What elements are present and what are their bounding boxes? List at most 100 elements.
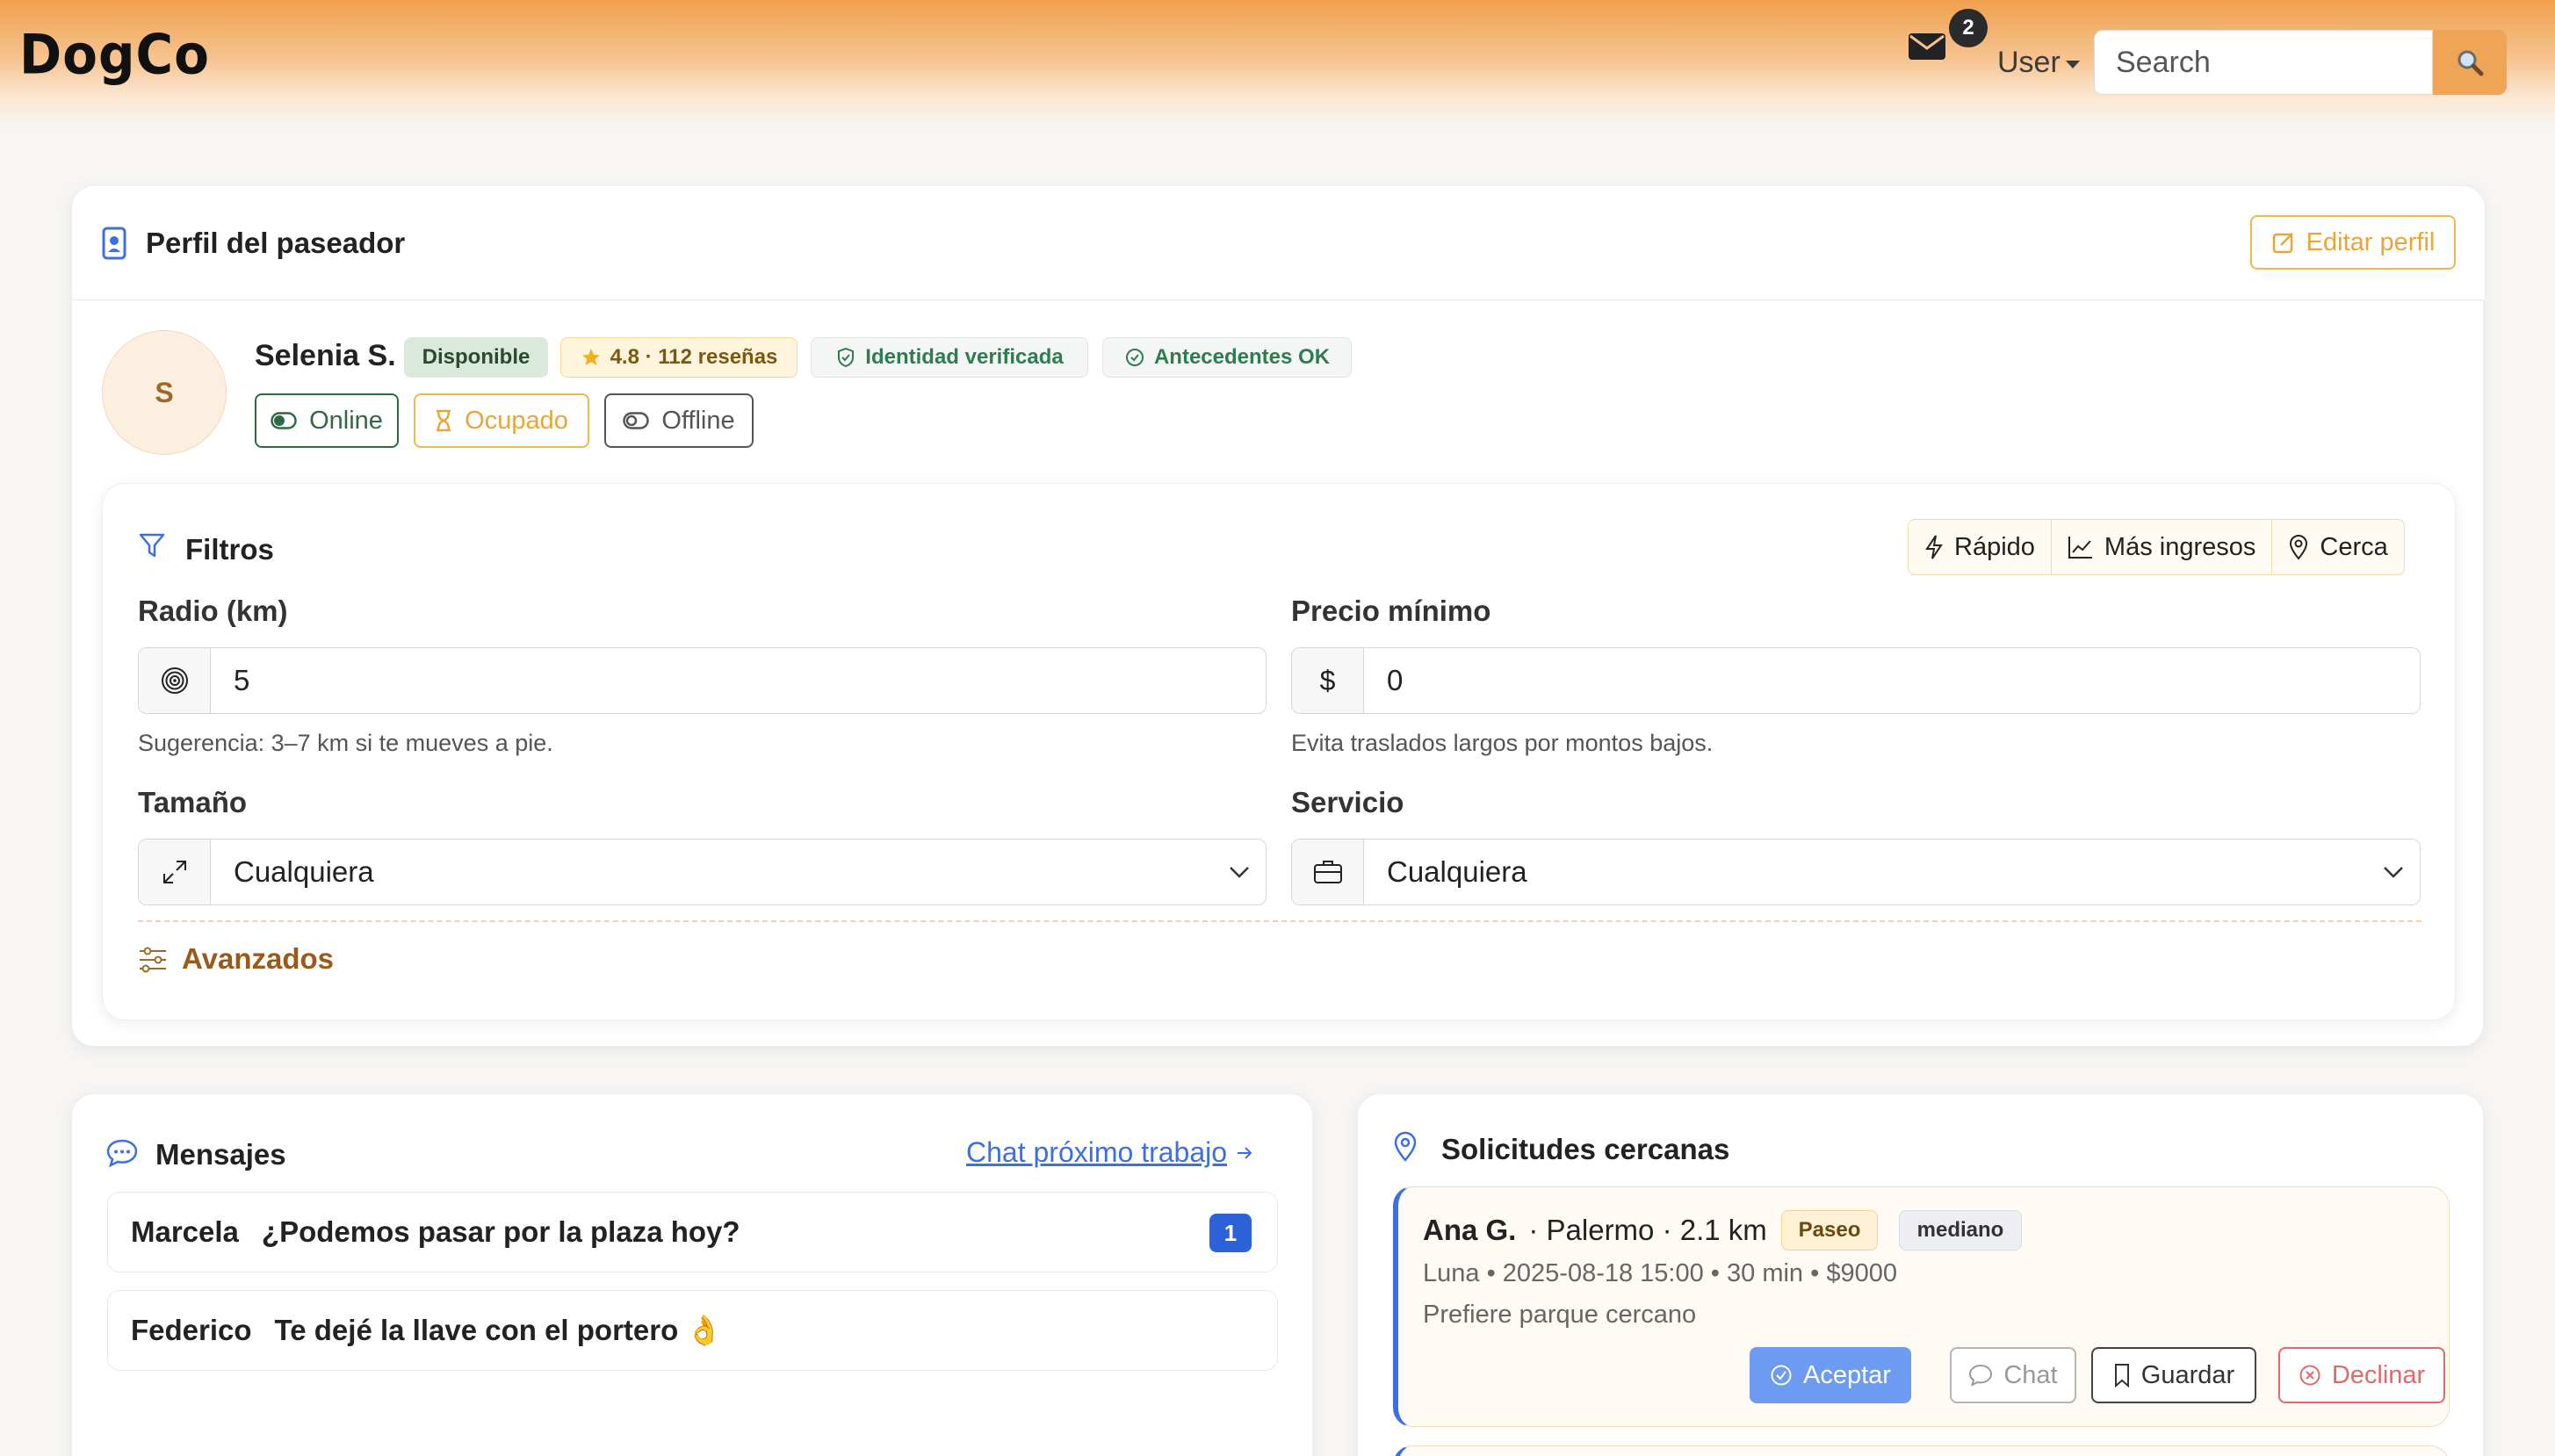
chat-button[interactable]: Chat: [1950, 1347, 2076, 1403]
price-input[interactable]: 0: [1364, 648, 2420, 713]
edit-profile-label: Editar perfil: [2306, 227, 2436, 256]
filters-card: Filtros Rápido Más ingresos Cerca Radio …: [102, 483, 2456, 1020]
message-item[interactable]: Marcela ¿Podemos pasar por la plaza hoy?…: [107, 1192, 1278, 1272]
request-client: Ana G.: [1423, 1214, 1517, 1246]
search-input[interactable]: [2094, 30, 2433, 95]
divider: [138, 920, 2421, 922]
edit-icon: [2272, 233, 2293, 254]
star-icon: [581, 349, 600, 365]
quick-filter-near-label: Cerca: [2320, 532, 2388, 561]
chat-label: Chat: [2003, 1360, 2058, 1389]
location-pin-icon: [2290, 535, 2308, 560]
next-job-chat-label: Chat próximo trabajo: [966, 1136, 1228, 1168]
status-offline-button[interactable]: Offline: [604, 393, 754, 448]
chevron-down-icon: [2367, 840, 2420, 905]
price-input-group[interactable]: $ 0: [1291, 647, 2421, 714]
avatar: S: [102, 330, 227, 455]
walker-name: Selenia S.: [255, 339, 396, 372]
background-check-text: Antecedentes OK: [1153, 345, 1331, 369]
lightning-icon: [1925, 535, 1943, 559]
radius-help: Sugerencia: 3–7 km si te mueves a pie.: [138, 730, 553, 756]
sliders-icon: [138, 946, 168, 974]
status-busy-button[interactable]: Ocupado: [414, 393, 589, 448]
quick-filter-income-label: Más ingresos: [2104, 532, 2256, 561]
service-select-value: Cualquiera: [1387, 855, 1527, 888]
request-note: Prefiere parque cercano: [1423, 1301, 1697, 1329]
user-dropdown[interactable]: User: [1997, 46, 2080, 80]
next-job-chat-link[interactable]: Chat próximo trabajo: [966, 1136, 1253, 1169]
location-pin-icon: [1393, 1131, 1418, 1163]
messages-card: Mensajes Chat próximo trabajo Marcela ¿P…: [71, 1093, 1313, 1456]
chevron-down-icon: [1213, 840, 1266, 905]
request-item: Ana G. · Palermo · 2.1 km Paseo mediano …: [1393, 1186, 2450, 1427]
message-sender: Marcela: [131, 1215, 239, 1248]
mail-count-badge: 2: [1949, 9, 1988, 47]
profile-card-header: [72, 186, 2485, 300]
user-label: User: [1997, 46, 2061, 79]
radius-input-group[interactable]: 5: [138, 647, 1267, 714]
size-select-value: Cualquiera: [234, 855, 374, 888]
search-button[interactable]: [2433, 30, 2507, 95]
profile-title: Perfil del paseador: [146, 227, 406, 259]
edit-profile-button[interactable]: Editar perfil: [2250, 215, 2456, 270]
service-tag: Paseo: [1781, 1210, 1878, 1251]
size-select[interactable]: Cualquiera: [138, 839, 1267, 905]
rating-text: 4.8 · 112 reseñas: [610, 345, 778, 369]
service-select[interactable]: Cualquiera: [1291, 839, 2421, 905]
expand-icon: [139, 840, 211, 905]
shield-check-icon: [838, 347, 855, 368]
background-check-badge: Antecedentes OK: [1102, 337, 1352, 378]
status-busy-label: Ocupado: [465, 406, 568, 435]
request-details: Luna • 2025-08-18 15:00 • 30 min • $9000: [1423, 1259, 1897, 1287]
mail-icon[interactable]: [1908, 32, 1946, 61]
quick-filter-fast[interactable]: Rápido: [1909, 520, 2052, 574]
decline-label: Declinar: [2331, 1360, 2426, 1389]
quick-filter-fast-label: Rápido: [1954, 532, 2035, 561]
status-online-label: Online: [309, 406, 383, 435]
status-online-button[interactable]: Online: [255, 393, 399, 448]
service-label: Servicio: [1291, 786, 1404, 818]
chat-bubble-icon: [1969, 1364, 1993, 1387]
id-badge-icon: [102, 227, 126, 260]
radius-input[interactable]: 5: [211, 648, 1266, 713]
briefcase-icon: [1292, 840, 1364, 905]
target-icon: [139, 648, 211, 713]
status-badge: Disponible: [404, 337, 548, 378]
request-item-partial: [1393, 1445, 2450, 1456]
filter-icon: [138, 531, 166, 559]
radius-label: Radio (km): [138, 595, 288, 627]
quick-filter-near[interactable]: Cerca: [2272, 520, 2403, 574]
save-label: Guardar: [2140, 1360, 2235, 1389]
message-item[interactable]: Federico Te dejé la llave con el portero…: [107, 1290, 1278, 1371]
filters-title: Filtros: [185, 533, 274, 566]
brand-logo[interactable]: DogCo: [19, 22, 210, 86]
accept-button[interactable]: Aceptar: [1750, 1347, 1911, 1403]
request-header: Ana G. · Palermo · 2.1 km: [1423, 1214, 1767, 1247]
navbar: DogCo 2 User: [0, 0, 2555, 130]
dollar-icon: $: [1292, 648, 1364, 713]
save-button[interactable]: Guardar: [2091, 1347, 2256, 1403]
identity-text: Identidad verificada: [865, 345, 1064, 369]
nearby-requests-card: Solicitudes cercanas Ana G. · Palermo · …: [1357, 1093, 2484, 1456]
accept-label: Aceptar: [1803, 1360, 1891, 1389]
chart-line-icon: [2068, 537, 2092, 559]
quick-filter-income[interactable]: Más ingresos: [2052, 520, 2273, 574]
hourglass-icon: [437, 409, 451, 432]
bookmark-icon: [2114, 1364, 2129, 1388]
rating-badge: 4.8 · 112 reseñas: [560, 337, 798, 378]
size-tag: mediano: [1899, 1210, 2022, 1251]
message-sender: Federico: [131, 1314, 252, 1346]
decline-button[interactable]: Declinar: [2278, 1347, 2445, 1403]
messages-title: Mensajes: [155, 1138, 286, 1171]
message-text: Te dejé la llave con el portero 👌: [274, 1313, 723, 1346]
advanced-filters-toggle[interactable]: Avanzados: [182, 942, 334, 976]
quick-filter-group: Rápido Más ingresos Cerca: [1908, 519, 2405, 575]
x-circle-icon: [2299, 1365, 2320, 1386]
message-text: ¿Podemos pasar por la plaza hoy?: [261, 1215, 740, 1248]
profile-card: Perfil del paseador Editar perfil S Sele…: [71, 185, 2485, 1047]
identity-badge: Identidad verificada: [811, 337, 1088, 378]
toggle-on-icon: [271, 412, 297, 429]
status-offline-label: Offline: [661, 406, 735, 435]
check-circle-icon: [1125, 349, 1144, 366]
unread-count-badge: 1: [1209, 1214, 1252, 1252]
